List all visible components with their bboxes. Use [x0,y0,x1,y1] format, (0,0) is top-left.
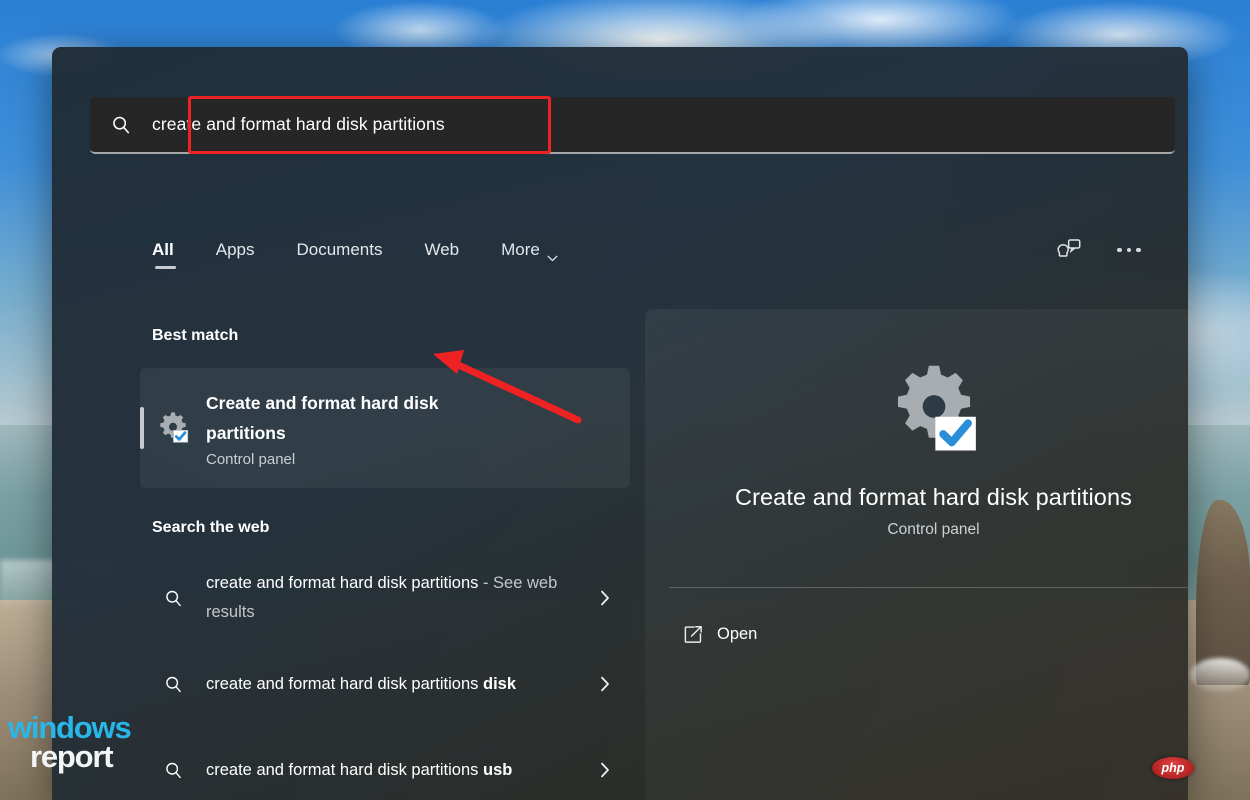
selection-accent-bar [140,407,144,449]
gear-check-icon [645,356,1188,464]
search-input[interactable]: create and format hard disk partitions [152,114,445,135]
web-suffix-2: usb [483,761,512,779]
tab-all[interactable]: All [152,240,174,269]
best-match-subtitle: Control panel [206,451,620,468]
web-query-0: create and format hard disk partitions [206,574,478,592]
wallpaper-surf [1190,658,1250,692]
search-icon [140,588,206,609]
tab-apps-label: Apps [216,240,255,259]
watermark-php-badge: php [1152,757,1194,779]
list-item[interactable]: create and format hard disk partitions -… [140,555,632,641]
tab-more[interactable]: More [501,240,558,269]
list-item[interactable]: create and format hard disk partitions u… [140,727,632,800]
tab-more-label: More [501,240,540,260]
list-item-label: create and format hard disk partitions u… [206,756,592,785]
best-match-result[interactable]: Create and format hard disk partitions C… [140,368,630,488]
result-preview-pane: Create and format hard disk partitions C… [645,309,1188,800]
chevron-down-icon [547,247,558,254]
tab-documents-label: Documents [296,240,382,259]
preview-divider [669,587,1188,588]
gear-check-icon [140,409,206,447]
tab-web-label: Web [424,240,459,259]
web-suffix-1: disk [483,675,516,693]
search-icon [140,760,206,781]
search-filter-tabs: All Apps Documents Web More [152,240,558,269]
web-query-1: create and format hard disk partitions [206,675,483,693]
feedback-icon[interactable] [1052,235,1086,265]
search-input-container[interactable]: create and format hard disk partitions [90,97,1175,154]
open-external-icon [669,624,717,645]
tab-web[interactable]: Web [424,240,459,269]
windows-search-flyout: create and format hard disk partitions A… [52,47,1188,800]
web-suggestions-list: create and format hard disk partitions -… [140,555,632,800]
best-match-heading: Best match [152,327,238,345]
tab-documents[interactable]: Documents [296,240,382,269]
watermark-line-2: report [30,743,131,772]
open-button[interactable]: Open [669,609,969,659]
search-toolbar [1052,235,1146,265]
chevron-right-icon[interactable] [592,590,618,606]
search-bar[interactable]: create and format hard disk partitions [90,97,1175,154]
chevron-right-icon[interactable] [592,676,618,692]
ellipsis-icon[interactable] [1112,235,1146,265]
preview-title: Create and format hard disk partitions [669,484,1188,511]
search-icon [90,114,152,136]
search-icon [140,674,206,695]
search-results-column: Best match Create and format hard disk p… [52,309,645,800]
list-item-label: create and format hard disk partitions d… [206,670,592,699]
best-match-text: Create and format hard disk partitions C… [206,388,630,468]
search-web-heading: Search the web [152,519,269,537]
open-button-label: Open [717,625,757,644]
list-item[interactable]: create and format hard disk partitions d… [140,641,632,727]
more-options-dots [1117,248,1141,253]
tab-apps[interactable]: Apps [216,240,255,269]
web-query-2: create and format hard disk partitions [206,761,483,779]
tab-all-label: All [152,240,174,259]
chevron-right-icon[interactable] [592,762,618,778]
list-item-label: create and format hard disk partitions -… [206,569,592,626]
watermark-windows-report: windows report [8,714,131,772]
preview-subtitle: Control panel [669,521,1188,539]
best-match-title: Create and format hard disk partitions [206,388,468,448]
